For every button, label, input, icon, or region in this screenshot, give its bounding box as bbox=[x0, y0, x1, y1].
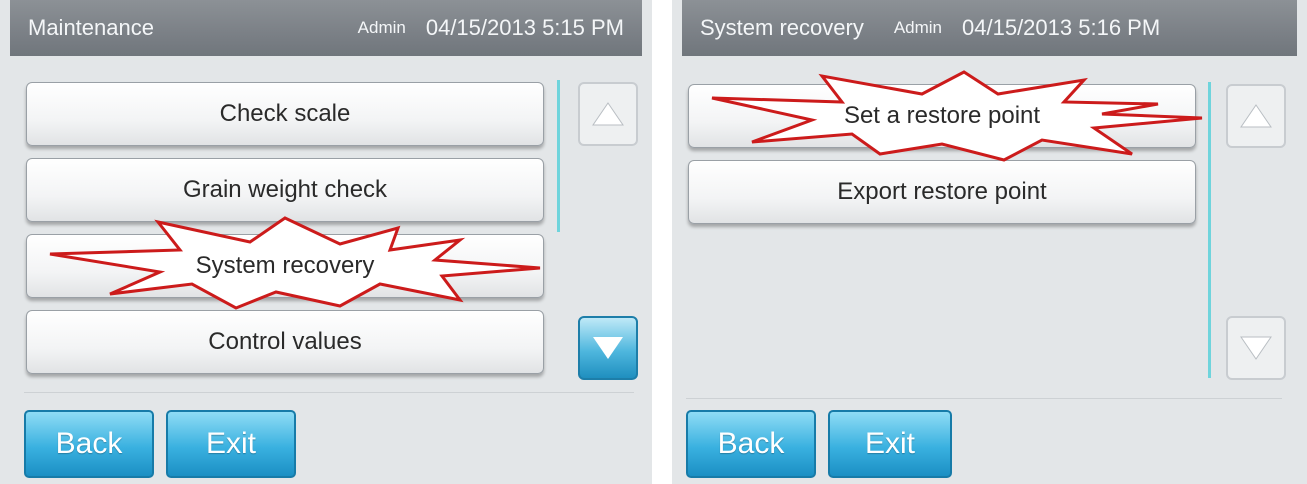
title-bar: System recovery Admin 04/15/2013 5:16 PM bbox=[682, 0, 1297, 56]
screen-title: Maintenance bbox=[28, 15, 154, 40]
menu-button-label-overlay: Set a restore point bbox=[688, 84, 1196, 148]
menu-button-label-overlay: System recovery bbox=[26, 234, 544, 298]
maintenance-screen: Maintenance Admin 04/15/2013 5:15 PM Che… bbox=[0, 0, 652, 484]
triangle-down-icon bbox=[1240, 336, 1272, 360]
datetime-label: 04/15/2013 5:15 PM bbox=[425, 15, 624, 40]
title-bar: Maintenance Admin 04/15/2013 5:15 PM bbox=[10, 0, 642, 56]
back-label: Back bbox=[55, 427, 123, 460]
menu-button-export-restore-point[interactable]: Export restore point bbox=[688, 160, 1196, 224]
menu-button-control-values[interactable]: Control values bbox=[26, 310, 544, 374]
datetime-label: 04/15/2013 5:16 PM bbox=[962, 15, 1161, 40]
exit-label: Exit bbox=[205, 427, 256, 460]
scroll-down-button[interactable] bbox=[578, 316, 638, 380]
menu-button-grain-weight-check[interactable]: Grain weight check bbox=[26, 158, 544, 222]
highlighted-label: System recovery bbox=[195, 252, 375, 279]
user-label: Admin bbox=[357, 18, 406, 37]
scroll-up-button[interactable] bbox=[578, 82, 638, 146]
divider bbox=[686, 398, 1282, 399]
back-button[interactable]: Back bbox=[24, 410, 154, 478]
scroll-down-button[interactable] bbox=[1226, 316, 1286, 380]
exit-label: Exit bbox=[864, 427, 915, 460]
divider bbox=[24, 392, 634, 393]
menu-button-label: Check scale bbox=[219, 100, 351, 127]
screen-title: System recovery bbox=[700, 15, 864, 40]
panel-gap bbox=[652, 0, 672, 484]
scroll-track[interactable] bbox=[557, 80, 560, 232]
exit-button[interactable]: Exit bbox=[828, 410, 952, 478]
highlighted-label: Set a restore point bbox=[843, 102, 1041, 129]
system-recovery-screen: System recovery Admin 04/15/2013 5:16 PM… bbox=[672, 0, 1307, 484]
menu-button-check-scale[interactable]: Check scale bbox=[26, 82, 544, 146]
back-button[interactable]: Back bbox=[686, 410, 816, 478]
triangle-up-icon bbox=[592, 102, 624, 126]
back-label: Back bbox=[717, 427, 785, 460]
user-label: Admin bbox=[893, 18, 943, 37]
menu-button-label: Control values bbox=[208, 328, 362, 355]
scroll-track[interactable] bbox=[1208, 82, 1211, 378]
exit-button[interactable]: Exit bbox=[166, 410, 296, 478]
scroll-up-button[interactable] bbox=[1226, 84, 1286, 148]
triangle-up-icon bbox=[1240, 104, 1272, 128]
triangle-down-icon bbox=[593, 337, 623, 359]
menu-button-label: Export restore point bbox=[837, 178, 1047, 205]
menu-button-label: Grain weight check bbox=[182, 176, 388, 203]
